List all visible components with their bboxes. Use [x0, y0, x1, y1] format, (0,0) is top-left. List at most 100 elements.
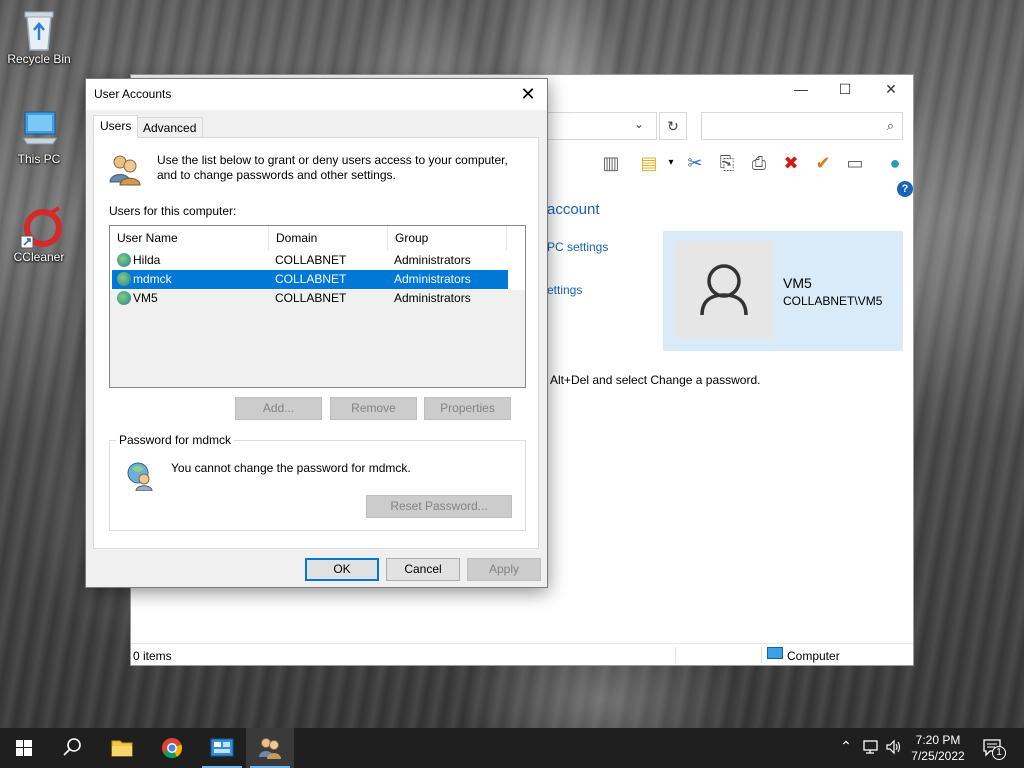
password-groupbox: Password for mdmck You cannot change the…: [109, 433, 526, 531]
domain-cell: COLLABNET: [275, 291, 347, 305]
close-button[interactable]: ✕: [517, 83, 539, 105]
pc-settings-link[interactable]: PC settings: [547, 240, 608, 254]
computer-icon: [19, 108, 59, 148]
dialog-titlebar: User Accounts ✕: [86, 79, 547, 110]
domain-cell: COLLABNET: [275, 253, 347, 267]
column-header-domain[interactable]: Domain: [269, 226, 388, 250]
group-cell: Administrators: [394, 291, 471, 305]
group-cell: Administrators: [394, 253, 471, 267]
clock-date: 7/25/2022: [911, 749, 965, 763]
settings-link[interactable]: ettings: [547, 283, 582, 297]
maximize-button[interactable]: ☐: [833, 81, 857, 101]
status-divider: [761, 647, 762, 663]
user-card-name: VM5: [783, 275, 812, 291]
domain-cell: COLLABNET: [275, 272, 347, 286]
avatar: [675, 241, 773, 339]
user-globe-icon: [117, 253, 131, 267]
users-list-label: Users for this computer:: [109, 204, 237, 218]
password-message: You cannot change the password for mdmck…: [171, 461, 411, 475]
properties-icon[interactable]: ▭: [843, 151, 867, 175]
user-globe-icon: [117, 272, 131, 286]
column-header-user-name[interactable]: User Name: [110, 226, 269, 250]
minimize-button[interactable]: —: [789, 81, 813, 101]
user-silhouette-icon: [700, 264, 748, 316]
user-card-account: COLLABNET\VM5: [783, 294, 883, 308]
windows-logo-icon: [16, 740, 32, 756]
user-globe-icon: [117, 291, 131, 305]
apply-button[interactable]: Apply: [467, 558, 541, 581]
globe-icon[interactable]: ●: [883, 151, 907, 175]
desktop-icon-ccleaner[interactable]: CCleaner: [1, 206, 77, 264]
file-explorer-button[interactable]: [98, 728, 146, 768]
tab-advanced[interactable]: Advanced: [136, 117, 204, 138]
dropdown-arrow-icon[interactable]: ▾: [659, 151, 683, 175]
delete-icon[interactable]: ✖: [779, 151, 803, 175]
column-header-group[interactable]: Group: [388, 226, 507, 250]
group-cell: Administrators: [394, 272, 471, 286]
table-row-selected[interactable]: mdmck COLLABNET Administrators: [112, 270, 508, 289]
users-list[interactable]: User Name Domain Group Hilda COLLABNET A…: [109, 225, 526, 388]
properties-button[interactable]: Properties: [424, 397, 511, 420]
taskbar: ⌃ 7:20 PM 7/25/2022 1: [0, 728, 1024, 768]
cut-icon[interactable]: ✂: [683, 151, 707, 175]
user-card: VM5 COLLABNET\VM5: [663, 231, 903, 351]
address-bar[interactable]: ⌄: [547, 112, 657, 140]
users-icon: [108, 152, 142, 186]
user-accounts-dialog: User Accounts ✕ Users Advanced Use the l…: [85, 78, 548, 588]
action-center-button[interactable]: 1: [980, 736, 1008, 760]
help-icon[interactable]: ?: [897, 181, 913, 197]
clock-time: 7:20 PM: [915, 733, 961, 747]
folder-options-icon[interactable]: ▤: [637, 151, 661, 175]
users-icon: [259, 738, 281, 759]
table-row[interactable]: VM5 COLLABNET Administrators: [112, 289, 508, 308]
panes-icon[interactable]: ▥: [599, 151, 623, 175]
cancel-button[interactable]: Cancel: [386, 558, 460, 581]
computer-icon: [767, 647, 783, 659]
user-name-cell: VM5: [133, 291, 158, 305]
remove-user-button[interactable]: Remove: [330, 397, 417, 420]
explorer-toolbar: ▥ ▤ ▾ ✂ ⎘ ⎙ ✖ ✔ ▭ ●: [547, 149, 915, 177]
show-hidden-icons-chevron-icon[interactable]: ⌃: [838, 738, 854, 758]
checkmark-icon[interactable]: ✔: [811, 151, 835, 175]
desktop-icon-label: CCleaner: [13, 250, 65, 264]
user-accounts-button[interactable]: [246, 728, 294, 768]
user-name-cell: Hilda: [133, 253, 161, 267]
desktop-icon-recycle-bin[interactable]: Recycle Bin: [1, 8, 77, 66]
chrome-button[interactable]: [148, 728, 196, 768]
start-button[interactable]: [0, 728, 48, 768]
desktop-icon-this-pc[interactable]: This PC: [1, 108, 77, 166]
ccleaner-icon: [19, 206, 62, 249]
add-user-button[interactable]: Add...: [235, 397, 322, 420]
recycle-bin-icon: [19, 8, 59, 51]
clock[interactable]: 7:20 PM 7/25/2022: [908, 732, 968, 764]
user-name-cell: mdmck: [133, 272, 172, 286]
item-count: 0 items: [133, 649, 172, 663]
search-input[interactable]: ⌕: [701, 112, 903, 140]
close-button[interactable]: ✕: [879, 81, 903, 101]
ok-button[interactable]: OK: [305, 558, 379, 581]
paste-icon[interactable]: ⎙: [747, 151, 771, 175]
status-divider: [675, 647, 676, 663]
user-key-icon: [124, 459, 156, 492]
volume-icon[interactable]: [885, 739, 903, 755]
search-icon: ⌕: [886, 118, 894, 133]
table-row[interactable]: Hilda COLLABNET Administrators: [112, 251, 508, 270]
intro-text: Use the list below to grant or deny user…: [157, 153, 508, 182]
copy-icon[interactable]: ⎘: [715, 151, 739, 175]
refresh-icon: ↻: [667, 118, 679, 134]
refresh-button[interactable]: ↻: [659, 112, 687, 140]
change-password-text: Alt+Del and select Change a password.: [550, 373, 761, 387]
password-group-label: Password for mdmck: [116, 433, 235, 447]
page-heading: account: [547, 201, 600, 218]
status-location: Computer: [787, 649, 840, 663]
search-icon: [63, 738, 81, 756]
users-tab-panel: Use the list below to grant or deny user…: [93, 137, 539, 549]
control-panel-icon: [210, 738, 234, 757]
tab-users[interactable]: Users: [93, 115, 139, 138]
network-icon[interactable]: [862, 739, 880, 755]
list-header: User Name Domain Group: [110, 226, 525, 250]
reset-password-button[interactable]: Reset Password...: [366, 495, 512, 518]
search-button[interactable]: [48, 728, 96, 768]
chevron-down-icon[interactable]: ⌄: [634, 117, 644, 131]
control-panel-button[interactable]: [198, 728, 246, 768]
